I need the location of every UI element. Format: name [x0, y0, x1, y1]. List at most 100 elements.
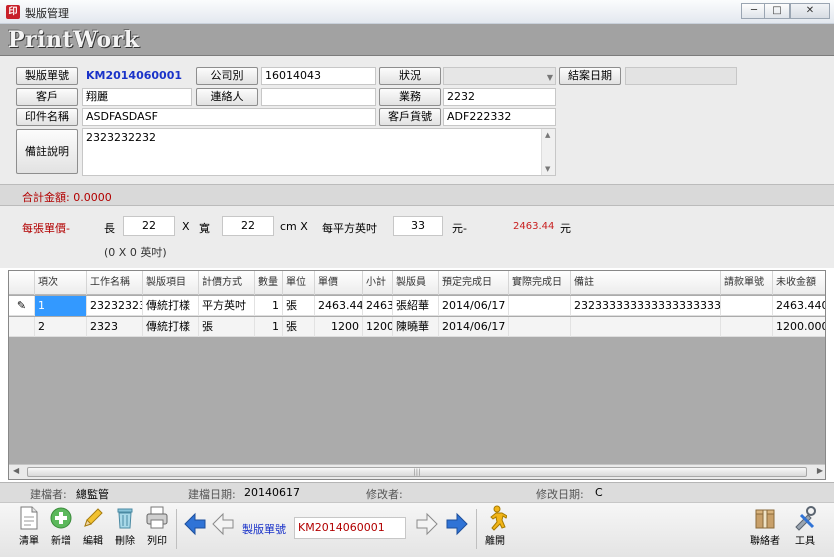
col-qty[interactable]: 數量: [255, 271, 283, 295]
cell-price[interactable]: 1200: [315, 317, 363, 337]
width-input[interactable]: 22: [222, 216, 274, 236]
col-plate-type[interactable]: 製版項目: [143, 271, 199, 295]
cell-invoice-no[interactable]: [721, 317, 773, 337]
col-unit[interactable]: 單位: [283, 271, 315, 295]
cell-maker[interactable]: 陳曉華: [393, 317, 439, 337]
cell-pricing[interactable]: 張: [199, 317, 255, 337]
cell-pricing[interactable]: 平方英吋: [199, 296, 255, 316]
delete-button[interactable]: 刪除: [110, 505, 140, 551]
cell-subtotal[interactable]: 2463: [363, 296, 393, 316]
sales-field[interactable]: 2232: [443, 88, 556, 106]
creator-value: 總監管: [76, 488, 109, 501]
cell-maker[interactable]: 張紹華: [393, 296, 439, 316]
cell-note[interactable]: [571, 317, 721, 337]
cell-plate-type[interactable]: 傳統打樣: [143, 317, 199, 337]
col-pricing[interactable]: 計價方式: [199, 271, 255, 295]
grid-horizontal-scrollbar[interactable]: ◀ ||| ▶: [9, 464, 825, 479]
scroll-down-icon[interactable]: ▼: [545, 165, 550, 173]
contact-button[interactable]: 連絡人: [196, 88, 258, 106]
cell-job-name[interactable]: 2323: [87, 317, 143, 337]
col-maker[interactable]: 製版員: [393, 271, 439, 295]
maximize-button[interactable]: □: [764, 3, 790, 19]
next-record-button[interactable]: [442, 511, 472, 557]
cell-item[interactable]: 2: [35, 317, 87, 337]
col-price[interactable]: 單價: [315, 271, 363, 295]
cell-unit[interactable]: 張: [283, 317, 315, 337]
col-invoice-no[interactable]: 請款單號: [721, 271, 773, 295]
sales-button[interactable]: 業務: [379, 88, 441, 106]
next-page-button[interactable]: [412, 511, 442, 557]
customer-field[interactable]: 翔麗: [82, 88, 192, 106]
job-items-grid: 項次 工作名稱 製版項目 計價方式 數量 單位 單價 小計 製版員 預定完成日 …: [8, 270, 826, 480]
brand-banner: PrintWork: [0, 24, 834, 56]
add-button[interactable]: 新增: [46, 505, 76, 551]
print-button[interactable]: 列印: [142, 505, 172, 551]
status-select[interactable]: ▼: [443, 67, 556, 85]
cell-unpaid[interactable]: 1200.0000: [773, 317, 825, 337]
cell-job-name[interactable]: 23232323: [87, 296, 143, 316]
remarks-button[interactable]: 備註說明: [16, 129, 78, 174]
col-done-date[interactable]: 實際完成日: [509, 271, 571, 295]
pencil-icon: [84, 508, 103, 527]
cell-unit[interactable]: 張: [283, 296, 315, 316]
col-note[interactable]: 備註: [571, 271, 721, 295]
company-field[interactable]: 16014043: [261, 67, 376, 85]
order-no-button[interactable]: 製版單號: [16, 67, 78, 85]
cell-qty[interactable]: 1: [255, 317, 283, 337]
cell-subtotal[interactable]: 1200: [363, 317, 393, 337]
close-button[interactable]: ✕: [790, 3, 830, 19]
print-name-button[interactable]: 印件名稱: [16, 108, 78, 126]
scrollbar-thumb[interactable]: |||: [27, 467, 807, 477]
status-button[interactable]: 狀況: [379, 67, 441, 85]
cell-plate-type[interactable]: 傳統打樣: [143, 296, 199, 316]
contact-field[interactable]: [261, 88, 376, 106]
col-item[interactable]: 項次: [35, 271, 87, 295]
col-subtotal[interactable]: 小計: [363, 271, 393, 295]
previous-page-button[interactable]: [208, 511, 238, 557]
previous-record-button[interactable]: [180, 511, 210, 557]
close-date-field[interactable]: [625, 67, 737, 85]
cell-done-date[interactable]: [509, 296, 571, 316]
scroll-left-icon[interactable]: ◀: [13, 466, 19, 475]
customer-part-button[interactable]: 客戶貨號: [379, 108, 441, 126]
remarks-scrollbar[interactable]: ▲ ▼: [541, 129, 555, 175]
close-date-button[interactable]: 結案日期: [559, 67, 621, 85]
company-button[interactable]: 公司別: [196, 67, 258, 85]
edit-button[interactable]: 編輯: [78, 505, 108, 551]
clear-button[interactable]: 清單: [14, 505, 44, 551]
cell-price[interactable]: 2463.44: [315, 296, 363, 316]
box-icon: [755, 509, 775, 529]
customer-part-field[interactable]: ADF222332: [443, 108, 556, 126]
col-unpaid[interactable]: 未收金額: [773, 271, 825, 295]
cell-invoice-no[interactable]: [721, 296, 773, 316]
tools-button[interactable]: 工具: [790, 505, 820, 551]
leave-button[interactable]: 離開: [480, 505, 510, 551]
customer-button[interactable]: 客戶: [16, 88, 78, 106]
table-row[interactable]: ✎ 1 23232323 傳統打樣 平方英吋 1 張 2463.44 2463 …: [9, 296, 825, 316]
col-due-date[interactable]: 預定完成日: [439, 271, 509, 295]
length-input[interactable]: 22: [123, 216, 175, 236]
length-label: 長: [104, 222, 115, 235]
cell-item[interactable]: 1: [35, 296, 87, 316]
total-label: 合計金額: 0.0000: [22, 191, 112, 204]
order-no-value: KM2014060001: [86, 69, 183, 82]
per-square-inch-input[interactable]: 33: [393, 216, 443, 236]
cell-qty[interactable]: 1: [255, 296, 283, 316]
search-order-input[interactable]: KM2014060001: [294, 517, 406, 539]
remarks-textarea[interactable]: 2323232232 ▲ ▼: [82, 128, 556, 176]
scroll-right-icon[interactable]: ▶: [817, 466, 823, 475]
table-row[interactable]: 2 2323 傳統打樣 張 1 張 1200 1200 陳曉華 2014/06/…: [9, 317, 825, 337]
cell-done-date[interactable]: [509, 317, 571, 337]
chevron-down-icon[interactable]: ▼: [547, 73, 553, 82]
cell-note[interactable]: 2323333333333333333333333: [571, 296, 721, 316]
col-job-name[interactable]: 工作名稱: [87, 271, 143, 295]
print-name-field[interactable]: ASDFASDASF: [82, 108, 376, 126]
inventory-button[interactable]: 聯絡者: [750, 505, 780, 551]
cell-due-date[interactable]: 2014/06/17: [439, 296, 509, 316]
modified-date-label: 修改日期:: [536, 488, 584, 501]
scroll-up-icon[interactable]: ▲: [545, 131, 550, 139]
cell-due-date[interactable]: 2014/06/17: [439, 317, 509, 337]
yuan-dash-label: 元-: [452, 222, 467, 235]
record-info-bar: 建檔者: 總監管 建檔日期: 20140617 修改者: 修改日期: C: [0, 482, 834, 502]
cell-unpaid[interactable]: 2463.4400: [773, 296, 825, 316]
